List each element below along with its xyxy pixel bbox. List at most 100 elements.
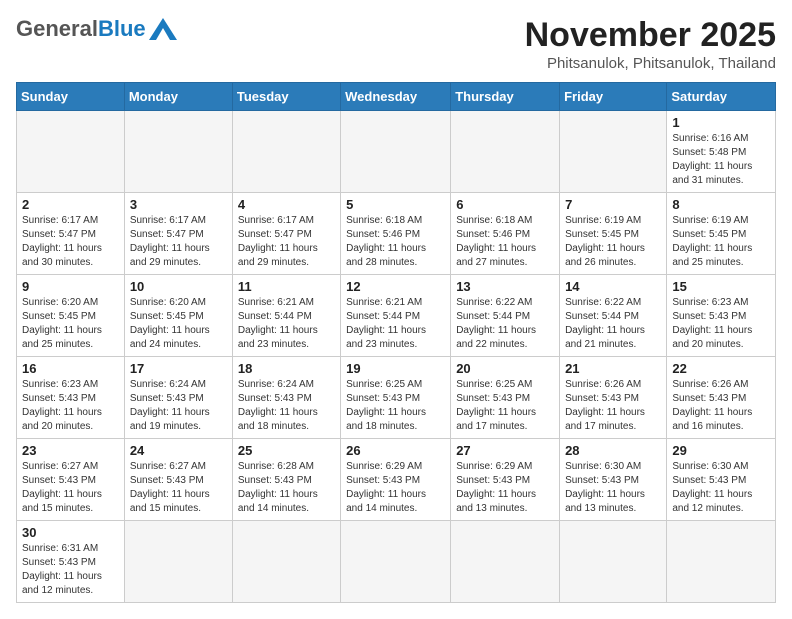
day-number: 5 xyxy=(346,197,445,212)
calendar-cell: 2 Sunrise: 6:17 AMSunset: 5:47 PMDaylight… xyxy=(17,193,125,275)
day-number: 21 xyxy=(565,361,661,376)
page-header: General Blue November 2025 Phitsanulok, … xyxy=(16,16,776,72)
calendar-cell: 30 Sunrise: 6:31 AMSunset: 5:43 PMDayligh… xyxy=(17,521,125,603)
day-header-saturday: Saturday xyxy=(667,83,776,111)
calendar-cell: 21 Sunrise: 6:26 AMSunset: 5:43 PMDayligh… xyxy=(560,357,667,439)
calendar-cell: 29Sunrise: 6:30 AMSunset: 5:43 PMDayligh… xyxy=(667,439,776,521)
day-header-wednesday: Wednesday xyxy=(341,83,451,111)
day-number: 30 xyxy=(22,525,119,540)
day-number: 17 xyxy=(130,361,227,376)
day-info: Sunrise: 6:24 AMSunset: 5:43 PMDaylight:… xyxy=(238,378,335,434)
calendar-cell: 7 Sunrise: 6:19 AMSunset: 5:45 PMDaylight… xyxy=(560,193,667,275)
day-info: Sunrise: 6:18 AMSunset: 5:46 PMDaylight:… xyxy=(456,214,554,270)
logo-icon xyxy=(149,18,177,40)
day-number: 4 xyxy=(238,197,335,212)
calendar-cell: 3 Sunrise: 6:17 AMSunset: 5:47 PMDaylight… xyxy=(124,193,232,275)
calendar-cell: 19 Sunrise: 6:25 AMSunset: 5:43 PMDayligh… xyxy=(341,357,451,439)
calendar-cell: 14 Sunrise: 6:22 AMSunset: 5:44 PMDayligh… xyxy=(560,275,667,357)
day-number: 26 xyxy=(346,443,445,458)
day-info: Sunrise: 6:17 AMSunset: 5:47 PMDaylight:… xyxy=(22,214,119,270)
calendar-cell: 11 Sunrise: 6:21 AMSunset: 5:44 PMDayligh… xyxy=(232,275,340,357)
calendar-week-row: 23 Sunrise: 6:27 AMSunset: 5:43 PMDayligh… xyxy=(17,439,776,521)
calendar-cell xyxy=(451,111,560,193)
calendar-cell: 16Sunrise: 6:23 AMSunset: 5:43 PMDayligh… xyxy=(17,357,125,439)
day-info: Sunrise: 6:18 AMSunset: 5:46 PMDaylight:… xyxy=(346,214,445,270)
day-header-sunday: Sunday xyxy=(17,83,125,111)
day-info: Sunrise: 6:17 AMSunset: 5:47 PMDaylight:… xyxy=(130,214,227,270)
day-number: 13 xyxy=(456,279,554,294)
day-number: 3 xyxy=(130,197,227,212)
day-number: 24 xyxy=(130,443,227,458)
day-info: Sunrise: 6:29 AMSunset: 5:43 PMDaylight:… xyxy=(456,460,554,516)
calendar-cell xyxy=(17,111,125,193)
day-info: Sunrise: 6:24 AMSunset: 5:43 PMDaylight:… xyxy=(130,378,227,434)
day-number: 18 xyxy=(238,361,335,376)
day-info: Sunrise: 6:31 AMSunset: 5:43 PMDaylight:… xyxy=(22,542,119,598)
day-info: Sunrise: 6:20 AMSunset: 5:45 PMDaylight:… xyxy=(130,296,227,352)
calendar-week-row: 2 Sunrise: 6:17 AMSunset: 5:47 PMDaylight… xyxy=(17,193,776,275)
logo: General Blue xyxy=(16,16,177,42)
day-number: 27 xyxy=(456,443,554,458)
calendar-cell: 6Sunrise: 6:18 AMSunset: 5:46 PMDaylight… xyxy=(451,193,560,275)
day-info: Sunrise: 6:22 AMSunset: 5:44 PMDaylight:… xyxy=(565,296,661,352)
day-info: Sunrise: 6:23 AMSunset: 5:43 PMDaylight:… xyxy=(672,296,770,352)
calendar-cell: 8 Sunrise: 6:19 AMSunset: 5:45 PMDaylight… xyxy=(667,193,776,275)
day-info: Sunrise: 6:25 AMSunset: 5:43 PMDaylight:… xyxy=(346,378,445,434)
day-number: 11 xyxy=(238,279,335,294)
calendar-cell xyxy=(232,521,340,603)
day-info: Sunrise: 6:30 AMSunset: 5:43 PMDaylight:… xyxy=(672,460,770,516)
day-number: 10 xyxy=(130,279,227,294)
day-number: 23 xyxy=(22,443,119,458)
day-number: 16 xyxy=(22,361,119,376)
calendar-cell xyxy=(341,521,451,603)
day-info: Sunrise: 6:16 AMSunset: 5:48 PMDaylight:… xyxy=(672,132,770,188)
day-header-monday: Monday xyxy=(124,83,232,111)
day-info: Sunrise: 6:26 AMSunset: 5:43 PMDaylight:… xyxy=(672,378,770,434)
calendar-cell: 17 Sunrise: 6:24 AMSunset: 5:43 PMDayligh… xyxy=(124,357,232,439)
calendar-cell: 26Sunrise: 6:29 AMSunset: 5:43 PMDayligh… xyxy=(341,439,451,521)
calendar-table: SundayMondayTuesdayWednesdayThursdayFrid… xyxy=(16,82,776,603)
day-info: Sunrise: 6:21 AMSunset: 5:44 PMDaylight:… xyxy=(238,296,335,352)
calendar-cell xyxy=(560,521,667,603)
calendar-cell: 12Sunrise: 6:21 AMSunset: 5:44 PMDayligh… xyxy=(341,275,451,357)
day-number: 1 xyxy=(672,115,770,130)
day-info: Sunrise: 6:26 AMSunset: 5:43 PMDaylight:… xyxy=(565,378,661,434)
calendar-cell: 23Sunrise: 6:27 AMSunset: 5:43 PMDayligh… xyxy=(17,439,125,521)
day-number: 9 xyxy=(22,279,119,294)
day-number: 19 xyxy=(346,361,445,376)
calendar-cell: 15 Sunrise: 6:23 AMSunset: 5:43 PMDayligh… xyxy=(667,275,776,357)
day-info: Sunrise: 6:17 AMSunset: 5:47 PMDaylight:… xyxy=(238,214,335,270)
day-info: Sunrise: 6:25 AMSunset: 5:43 PMDaylight:… xyxy=(456,378,554,434)
calendar-cell: 10 Sunrise: 6:20 AMSunset: 5:45 PMDayligh… xyxy=(124,275,232,357)
day-number: 8 xyxy=(672,197,770,212)
calendar-cell: 24 Sunrise: 6:27 AMSunset: 5:43 PMDayligh… xyxy=(124,439,232,521)
calendar-cell xyxy=(341,111,451,193)
day-info: Sunrise: 6:28 AMSunset: 5:43 PMDaylight:… xyxy=(238,460,335,516)
calendar-cell xyxy=(124,111,232,193)
calendar-cell xyxy=(667,521,776,603)
day-number: 14 xyxy=(565,279,661,294)
day-info: Sunrise: 6:19 AMSunset: 5:45 PMDaylight:… xyxy=(565,214,661,270)
logo-blue-text: Blue xyxy=(98,16,146,42)
day-header-thursday: Thursday xyxy=(451,83,560,111)
day-number: 15 xyxy=(672,279,770,294)
calendar-cell: 1 Sunrise: 6:16 AMSunset: 5:48 PMDaylight… xyxy=(667,111,776,193)
day-header-friday: Friday xyxy=(560,83,667,111)
calendar-week-row: 16Sunrise: 6:23 AMSunset: 5:43 PMDayligh… xyxy=(17,357,776,439)
month-title: November 2025 xyxy=(525,16,776,55)
day-info: Sunrise: 6:20 AMSunset: 5:45 PMDaylight:… xyxy=(22,296,119,352)
day-number: 25 xyxy=(238,443,335,458)
calendar-week-row: 1 Sunrise: 6:16 AMSunset: 5:48 PMDaylight… xyxy=(17,111,776,193)
day-number: 28 xyxy=(565,443,661,458)
calendar-cell: 18 Sunrise: 6:24 AMSunset: 5:43 PMDayligh… xyxy=(232,357,340,439)
calendar-cell: 28Sunrise: 6:30 AMSunset: 5:43 PMDayligh… xyxy=(560,439,667,521)
day-info: Sunrise: 6:19 AMSunset: 5:45 PMDaylight:… xyxy=(672,214,770,270)
day-number: 2 xyxy=(22,197,119,212)
calendar-cell: 5 Sunrise: 6:18 AMSunset: 5:46 PMDaylight… xyxy=(341,193,451,275)
title-section: November 2025 Phitsanulok, Phitsanulok, … xyxy=(525,16,776,72)
day-info: Sunrise: 6:27 AMSunset: 5:43 PMDaylight:… xyxy=(130,460,227,516)
calendar-cell: 25 Sunrise: 6:28 AMSunset: 5:43 PMDayligh… xyxy=(232,439,340,521)
calendar-cell xyxy=(124,521,232,603)
calendar-header-row: SundayMondayTuesdayWednesdayThursdayFrid… xyxy=(17,83,776,111)
day-number: 7 xyxy=(565,197,661,212)
